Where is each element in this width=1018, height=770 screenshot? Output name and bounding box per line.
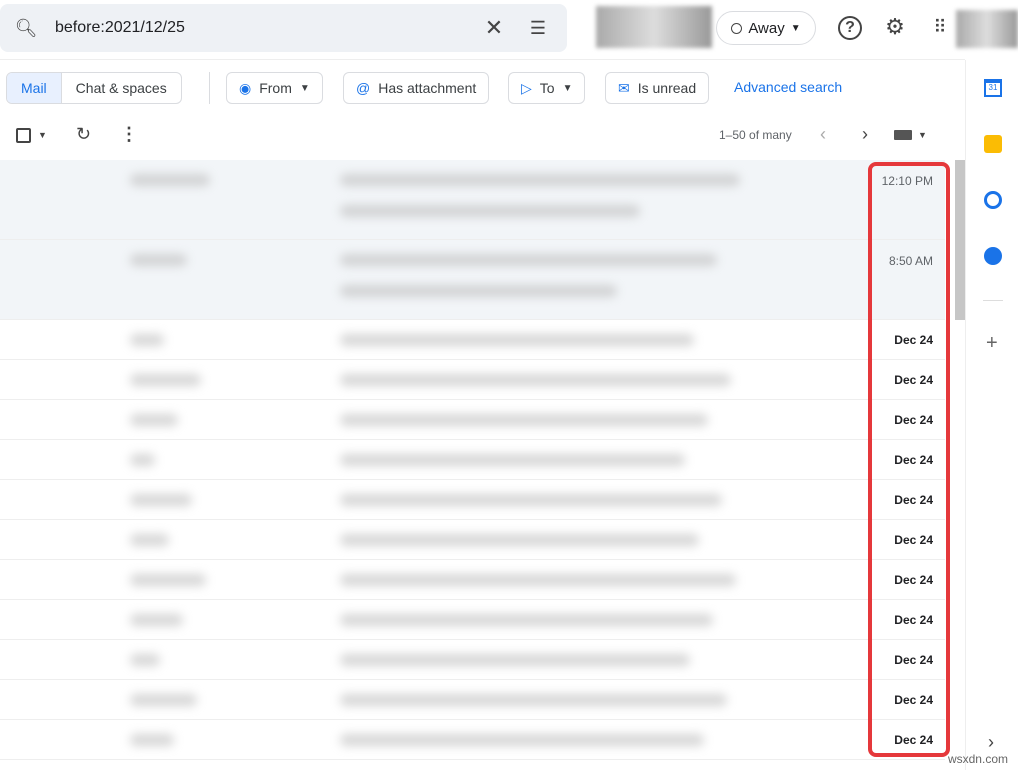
blurred-content: [130, 414, 178, 426]
contacts-icon[interactable]: [984, 247, 1002, 265]
status-label: Away: [748, 19, 785, 37]
person-icon: ◉: [239, 79, 252, 96]
email-row[interactable]: Dec 24: [0, 320, 945, 360]
blurred-content: [130, 734, 174, 746]
highlight-box: [868, 162, 950, 757]
email-row[interactable]: Dec 24: [0, 480, 945, 520]
help-icon[interactable]: ?: [838, 16, 862, 40]
blurred-content: [340, 174, 740, 186]
from-filter[interactable]: ◉ From ▼: [226, 72, 323, 104]
blurred-content: [130, 494, 192, 506]
email-row[interactable]: Dec 24: [0, 560, 945, 600]
email-row[interactable]: Dec 24: [0, 640, 945, 680]
status-button[interactable]: Away ▼: [716, 11, 816, 45]
search-scope-toggle[interactable]: Mail Chat & spaces: [6, 72, 182, 104]
avatar[interactable]: [956, 10, 1018, 48]
scrollbar[interactable]: [955, 160, 965, 320]
email-row[interactable]: Dec 24: [0, 720, 945, 760]
side-panel: 31 + ›: [965, 60, 1018, 770]
email-row[interactable]: 8:50 AM: [0, 240, 945, 320]
blurred-content: [340, 494, 722, 506]
blurred-content: [130, 614, 183, 626]
expand-icon[interactable]: ›: [988, 732, 994, 753]
next-page-icon[interactable]: ›: [862, 124, 868, 145]
blurred-content: [130, 694, 197, 706]
keyboard-icon[interactable]: [894, 130, 912, 140]
is-unread-filter[interactable]: ✉ Is unread: [605, 72, 710, 104]
blurred-content: [340, 654, 690, 666]
email-row[interactable]: Dec 24: [0, 680, 945, 720]
watermark: wsxdn.com: [947, 752, 1008, 766]
chevron-down-icon[interactable]: ▼: [918, 130, 927, 140]
select-checkbox[interactable]: [16, 128, 31, 143]
prev-page-icon[interactable]: ‹: [820, 124, 826, 145]
blurred-content: [340, 534, 699, 546]
tab-mail[interactable]: Mail: [7, 73, 61, 103]
chip-label: From: [259, 80, 292, 96]
advanced-search-link[interactable]: Advanced search: [734, 79, 842, 95]
blurred-content: [340, 374, 731, 386]
gear-icon[interactable]: ⚙: [882, 14, 908, 40]
email-row[interactable]: Dec 24: [0, 360, 945, 400]
blurred-content: [340, 205, 640, 217]
blurred-content: [130, 374, 201, 386]
email-row[interactable]: Dec 24: [0, 600, 945, 640]
blurred-content: [130, 454, 155, 466]
chip-label: Is unread: [637, 80, 697, 96]
email-row[interactable]: Dec 24: [0, 400, 945, 440]
send-icon: ▷: [521, 79, 532, 96]
blurred-content: [340, 454, 685, 466]
close-icon[interactable]: ✕: [482, 15, 506, 40]
tasks-icon[interactable]: [984, 191, 1002, 209]
blurred-content: [340, 734, 704, 746]
blurred-content: [130, 654, 160, 666]
blurred-content: [130, 334, 164, 346]
chip-label: Has attachment: [378, 80, 477, 96]
refresh-icon[interactable]: ↻: [76, 124, 91, 145]
apps-icon[interactable]: ⠿: [926, 14, 952, 40]
add-icon[interactable]: +: [986, 332, 998, 355]
has-attachment-filter[interactable]: @ Has attachment: [343, 72, 490, 104]
email-list: 12:10 PM 8:50 AM Dec 24 Dec 24 Dec 24 Dec 24 D…: [0, 160, 955, 760]
search-bar[interactable]: 🔍︎ before:2021/12/25 ✕ ☰: [0, 4, 567, 52]
blurred-content: [340, 254, 717, 266]
to-filter[interactable]: ▷ To ▼: [508, 72, 586, 104]
mail-icon: ✉: [618, 79, 630, 96]
keep-icon[interactable]: [984, 135, 1002, 153]
calendar-icon[interactable]: 31: [984, 79, 1002, 97]
search-icon[interactable]: 🔍︎: [14, 16, 38, 40]
pagination-text: 1–50 of many: [719, 128, 792, 142]
email-row[interactable]: 12:10 PM: [0, 160, 945, 240]
blurred-content: [130, 574, 206, 586]
blurred-content: [340, 414, 708, 426]
email-row[interactable]: Dec 24: [0, 520, 945, 560]
chevron-down-icon[interactable]: ▼: [38, 130, 47, 140]
blurred-logo: [596, 6, 712, 48]
chip-label: To: [539, 80, 555, 96]
blurred-content: [340, 334, 694, 346]
chevron-down-icon: ▼: [562, 82, 573, 94]
blurred-content: [130, 174, 210, 186]
blurred-content: [340, 694, 727, 706]
blurred-content: [340, 574, 736, 586]
more-icon[interactable]: ⋮: [120, 124, 138, 145]
search-options-icon[interactable]: ☰: [526, 16, 550, 40]
blurred-content: [130, 534, 169, 546]
tab-chat-spaces[interactable]: Chat & spaces: [60, 73, 181, 103]
attachment-icon: @: [356, 80, 371, 96]
blurred-content: [340, 285, 617, 297]
blurred-content: [130, 254, 187, 266]
email-row[interactable]: Dec 24: [0, 440, 945, 480]
blurred-content: [340, 614, 713, 626]
chevron-down-icon: ▼: [299, 82, 310, 94]
search-input[interactable]: before:2021/12/25: [55, 19, 185, 37]
